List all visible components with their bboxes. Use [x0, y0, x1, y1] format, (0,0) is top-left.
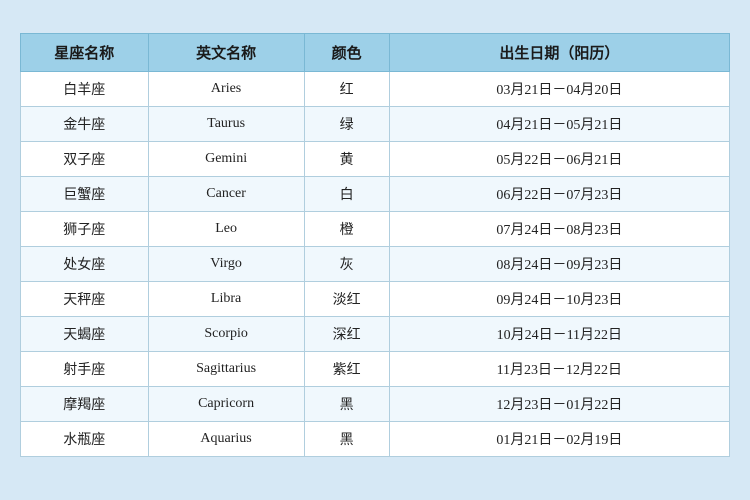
- cell-english-name: Aries: [148, 72, 304, 107]
- cell-color: 淡红: [304, 282, 389, 317]
- cell-color: 白: [304, 177, 389, 212]
- table-row: 白羊座Aries红03月21日－04月20日: [21, 72, 730, 107]
- cell-color: 黄: [304, 142, 389, 177]
- table-row: 双子座Gemini黄05月22日－06月21日: [21, 142, 730, 177]
- cell-date: 09月24日－10月23日: [389, 282, 729, 317]
- table-row: 狮子座Leo橙07月24日－08月23日: [21, 212, 730, 247]
- cell-english-name: Sagittarius: [148, 352, 304, 387]
- cell-chinese-name: 摩羯座: [21, 387, 149, 422]
- cell-color: 黑: [304, 387, 389, 422]
- cell-color: 灰: [304, 247, 389, 282]
- cell-chinese-name: 金牛座: [21, 107, 149, 142]
- cell-date: 04月21日－05月21日: [389, 107, 729, 142]
- header-english-name: 英文名称: [148, 34, 304, 72]
- cell-english-name: Cancer: [148, 177, 304, 212]
- main-container: 星座名称 英文名称 颜色 出生日期（阳历） 白羊座Aries红03月21日－04…: [0, 23, 750, 477]
- cell-color: 红: [304, 72, 389, 107]
- table-row: 金牛座Taurus绿04月21日－05月21日: [21, 107, 730, 142]
- cell-date: 12月23日－01月22日: [389, 387, 729, 422]
- cell-chinese-name: 处女座: [21, 247, 149, 282]
- cell-english-name: Aquarius: [148, 422, 304, 457]
- cell-english-name: Virgo: [148, 247, 304, 282]
- table-row: 天秤座Libra淡红09月24日－10月23日: [21, 282, 730, 317]
- cell-chinese-name: 白羊座: [21, 72, 149, 107]
- cell-chinese-name: 天蝎座: [21, 317, 149, 352]
- cell-date: 10月24日－11月22日: [389, 317, 729, 352]
- cell-color: 深红: [304, 317, 389, 352]
- cell-color: 橙: [304, 212, 389, 247]
- table-row: 处女座Virgo灰08月24日－09月23日: [21, 247, 730, 282]
- zodiac-table: 星座名称 英文名称 颜色 出生日期（阳历） 白羊座Aries红03月21日－04…: [20, 33, 730, 457]
- cell-english-name: Leo: [148, 212, 304, 247]
- cell-date: 06月22日－07月23日: [389, 177, 729, 212]
- cell-date: 11月23日－12月22日: [389, 352, 729, 387]
- cell-chinese-name: 天秤座: [21, 282, 149, 317]
- cell-date: 05月22日－06月21日: [389, 142, 729, 177]
- cell-english-name: Gemini: [148, 142, 304, 177]
- cell-date: 07月24日－08月23日: [389, 212, 729, 247]
- cell-english-name: Capricorn: [148, 387, 304, 422]
- cell-date: 03月21日－04月20日: [389, 72, 729, 107]
- cell-date: 08月24日－09月23日: [389, 247, 729, 282]
- table-row: 巨蟹座Cancer白06月22日－07月23日: [21, 177, 730, 212]
- cell-chinese-name: 巨蟹座: [21, 177, 149, 212]
- cell-color: 黑: [304, 422, 389, 457]
- table-row: 摩羯座Capricorn黑12月23日－01月22日: [21, 387, 730, 422]
- header-color: 颜色: [304, 34, 389, 72]
- table-row: 天蝎座Scorpio深红10月24日－11月22日: [21, 317, 730, 352]
- cell-chinese-name: 水瓶座: [21, 422, 149, 457]
- cell-color: 紫红: [304, 352, 389, 387]
- cell-date: 01月21日－02月19日: [389, 422, 729, 457]
- cell-color: 绿: [304, 107, 389, 142]
- cell-chinese-name: 双子座: [21, 142, 149, 177]
- table-row: 射手座Sagittarius紫红11月23日－12月22日: [21, 352, 730, 387]
- cell-english-name: Scorpio: [148, 317, 304, 352]
- header-date: 出生日期（阳历）: [389, 34, 729, 72]
- table-header-row: 星座名称 英文名称 颜色 出生日期（阳历）: [21, 34, 730, 72]
- cell-chinese-name: 射手座: [21, 352, 149, 387]
- table-row: 水瓶座Aquarius黑01月21日－02月19日: [21, 422, 730, 457]
- header-chinese-name: 星座名称: [21, 34, 149, 72]
- cell-english-name: Taurus: [148, 107, 304, 142]
- cell-chinese-name: 狮子座: [21, 212, 149, 247]
- cell-english-name: Libra: [148, 282, 304, 317]
